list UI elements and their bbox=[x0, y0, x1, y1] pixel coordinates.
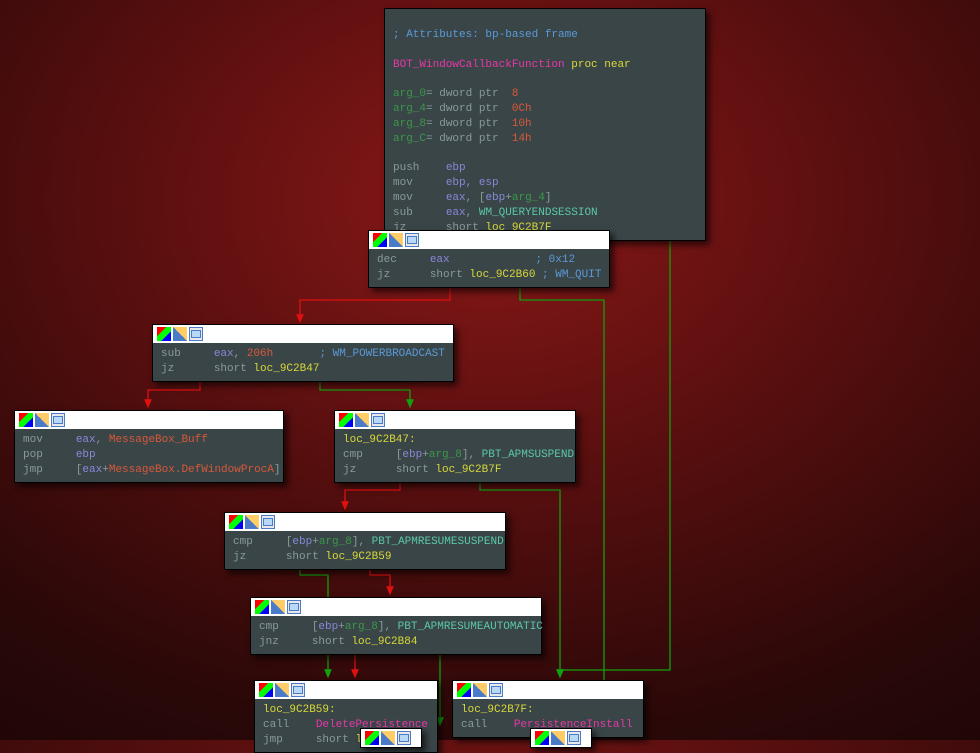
edit-icon[interactable] bbox=[355, 413, 369, 427]
color-icon[interactable] bbox=[157, 327, 171, 341]
block-body: sub eax, 206h ; WM_POWERBROADCAST jz sho… bbox=[153, 343, 453, 381]
block-header bbox=[225, 513, 505, 531]
block-body: cmp [ebp+arg_8], PBT_APMRESUMEAUTOMATIC … bbox=[251, 616, 541, 654]
edit-icon[interactable] bbox=[275, 683, 289, 697]
comment: ; Attributes: bp-based frame bbox=[393, 29, 578, 41]
edit-icon[interactable] bbox=[473, 683, 487, 697]
edit-icon[interactable] bbox=[35, 413, 49, 427]
block-body: cmp [ebp+arg_8], PBT_APMRESUMESUSPEND jz… bbox=[225, 531, 505, 569]
block-body: loc_9C2B47: cmp [ebp+arg_8], PBT_APMSUSP… bbox=[335, 429, 575, 482]
block-resumesuspend[interactable]: cmp [ebp+arg_8], PBT_APMRESUMESUSPEND jz… bbox=[224, 512, 506, 570]
block-header bbox=[369, 231, 609, 249]
block-header bbox=[453, 681, 643, 699]
block-header bbox=[255, 681, 437, 699]
block-header bbox=[335, 411, 575, 429]
block-header bbox=[251, 598, 541, 616]
graph-icon[interactable] bbox=[371, 413, 385, 427]
color-icon[interactable] bbox=[457, 683, 471, 697]
block-header bbox=[531, 729, 591, 747]
edit-icon[interactable] bbox=[245, 515, 259, 529]
graph-icon[interactable] bbox=[405, 233, 419, 247]
block-partial-right[interactable] bbox=[530, 728, 592, 748]
block-partial-left[interactable] bbox=[360, 728, 422, 748]
color-icon[interactable] bbox=[259, 683, 273, 697]
block-header bbox=[153, 325, 453, 343]
graph-icon[interactable] bbox=[291, 683, 305, 697]
color-icon[interactable] bbox=[373, 233, 387, 247]
graph-icon[interactable] bbox=[567, 731, 581, 745]
block-loc47[interactable]: loc_9C2B47: cmp [ebp+arg_8], PBT_APMSUSP… bbox=[334, 410, 576, 483]
block-resumeauto[interactable]: cmp [ebp+arg_8], PBT_APMRESUMEAUTOMATIC … bbox=[250, 597, 542, 655]
edit-icon[interactable] bbox=[389, 233, 403, 247]
color-icon[interactable] bbox=[255, 600, 269, 614]
graph-icon[interactable] bbox=[287, 600, 301, 614]
graph-icon[interactable] bbox=[51, 413, 65, 427]
edit-icon[interactable] bbox=[381, 731, 395, 745]
color-icon[interactable] bbox=[19, 413, 33, 427]
graph-icon[interactable] bbox=[261, 515, 275, 529]
block-header bbox=[361, 729, 421, 747]
block-body: dec eax ; 0x12 jz short loc_9C2B60 ; WM_… bbox=[369, 249, 609, 287]
block-sub206[interactable]: sub eax, 206h ; WM_POWERBROADCAST jz sho… bbox=[152, 324, 454, 382]
edit-icon[interactable] bbox=[173, 327, 187, 341]
color-icon[interactable] bbox=[229, 515, 243, 529]
color-icon[interactable] bbox=[339, 413, 353, 427]
func-name: BOT_WindowCallbackFunction bbox=[393, 59, 565, 71]
graph-icon[interactable] bbox=[397, 731, 411, 745]
color-icon[interactable] bbox=[535, 731, 549, 745]
block-entry[interactable]: ; Attributes: bp-based frame BOT_WindowC… bbox=[384, 8, 706, 241]
edit-icon[interactable] bbox=[271, 600, 285, 614]
graph-icon[interactable] bbox=[189, 327, 203, 341]
block-msgbox[interactable]: mov eax, MessageBox_Buff pop ebp jmp [ea… bbox=[14, 410, 284, 483]
graph-icon[interactable] bbox=[489, 683, 503, 697]
color-icon[interactable] bbox=[365, 731, 379, 745]
block-dec[interactable]: dec eax ; 0x12 jz short loc_9C2B60 ; WM_… bbox=[368, 230, 610, 288]
block-body: mov eax, MessageBox_Buff pop ebp jmp [ea… bbox=[15, 429, 283, 482]
block-header bbox=[15, 411, 283, 429]
edit-icon[interactable] bbox=[551, 731, 565, 745]
block-body: ; Attributes: bp-based frame BOT_WindowC… bbox=[385, 9, 705, 240]
